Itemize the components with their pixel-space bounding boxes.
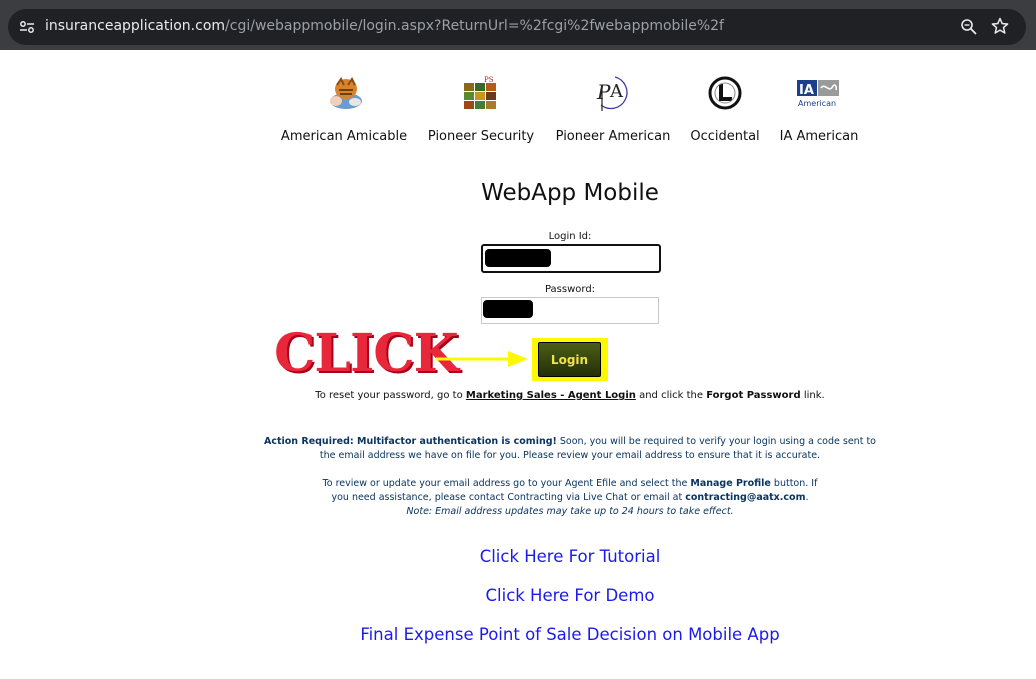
url-domain: insuranceapplication.com	[45, 18, 226, 34]
reset-middle: and click the	[639, 390, 704, 401]
mfa-heading: Action Required: Multifactor authenticat…	[264, 436, 557, 447]
redacted-value	[485, 249, 551, 267]
svg-text:PS: PS	[484, 76, 494, 84]
company-name: American Amicable	[280, 129, 408, 144]
ia-logo-text: IA	[799, 83, 814, 98]
click-annotation: CLICK	[274, 323, 459, 384]
mfa-line4-suffix: .	[805, 492, 809, 503]
svg-text:P: P	[596, 80, 611, 104]
company-name: Pioneer American	[555, 129, 671, 144]
demo-link[interactable]: Click Here For Demo	[0, 586, 1036, 605]
mfa-line1-text: Soon, you will be required to verify you…	[559, 436, 876, 447]
mfa-notice-line2: the email address we have on file for yo…	[319, 450, 821, 461]
marketing-sales-agent-login-link[interactable]: Marketing Sales - Agent Login	[466, 390, 636, 401]
tutorial-link[interactable]: Click Here For Tutorial	[0, 547, 1036, 566]
company-occidental[interactable]: Occidental	[686, 70, 764, 144]
arrow-annotation-icon	[436, 351, 528, 367]
url-text[interactable]: insuranceapplication.com/cgi/webappmobil…	[45, 18, 724, 34]
browser-toolbar: insuranceapplication.com/cgi/webappmobil…	[0, 0, 1036, 50]
company-pioneer-american[interactable]: P A Pioneer American	[550, 70, 676, 144]
login-id-input[interactable]	[481, 244, 661, 273]
site-settings-icon[interactable]	[19, 19, 35, 35]
mfa-notice-line4: you need assistance, please contact Cont…	[0, 491, 1036, 505]
company-name: IA American	[779, 129, 859, 144]
company-pioneer-security[interactable]: PS Pioneer Security	[423, 70, 539, 144]
reset-suffix: link.	[803, 390, 825, 401]
mfa-line3-suffix: button. If	[773, 478, 818, 489]
svg-text:A: A	[609, 81, 624, 102]
page-title: WebApp Mobile	[481, 180, 659, 206]
pa-logo-icon: P A	[596, 76, 628, 111]
mfa-line3-prefix: To review or update your email address g…	[322, 478, 688, 489]
reset-prefix: To reset your password, go to	[315, 390, 463, 401]
company-name: Pioneer Security	[427, 129, 535, 144]
url-path: /cgi/webappmobile/login.aspx?ReturnUrl=%…	[225, 18, 724, 34]
login-button[interactable]: Login	[538, 342, 601, 377]
mfa-note: Note: Email address updates may take up …	[406, 506, 734, 517]
login-id-label: Login Id:	[548, 231, 592, 242]
zoom-icon[interactable]	[960, 18, 978, 36]
final-expense-link[interactable]: Final Expense Point of Sale Decision on …	[0, 625, 1036, 644]
company-american-amicable[interactable]: American Amicable	[276, 70, 412, 144]
occidental-logo-icon	[708, 76, 742, 110]
tiger-logo-icon	[330, 77, 362, 109]
mfa-notice-line1: Action Required: Multifactor authenticat…	[0, 435, 1036, 449]
redacted-value	[483, 300, 533, 318]
mfa-notice-line5: Note: Email address updates may take up …	[0, 505, 1036, 519]
bookmark-star-icon[interactable]	[991, 17, 1009, 35]
address-bar[interactable]: insuranceapplication.com/cgi/webappmobil…	[8, 9, 1026, 45]
ia-american-logo-icon: IA American	[797, 80, 839, 108]
ia-logo-subtext: American	[798, 99, 836, 108]
password-input[interactable]	[481, 297, 659, 324]
password-label: Password:	[544, 284, 596, 295]
manage-profile-text: Manage Profile	[690, 478, 771, 489]
reset-password-text: To reset your password, go to Marketing …	[0, 390, 1036, 401]
company-ia-american[interactable]: IA American IA American	[774, 70, 864, 144]
mfa-line4-prefix: you need assistance, please contact Cont…	[331, 492, 683, 503]
company-name: Occidental	[690, 129, 760, 144]
ps-logo-icon: PS	[464, 76, 496, 109]
forgot-password-text: Forgot Password	[706, 390, 801, 401]
mfa-notice-line3: To review or update your email address g…	[0, 477, 1036, 491]
contracting-email: contracting@aatx.com	[685, 492, 806, 503]
